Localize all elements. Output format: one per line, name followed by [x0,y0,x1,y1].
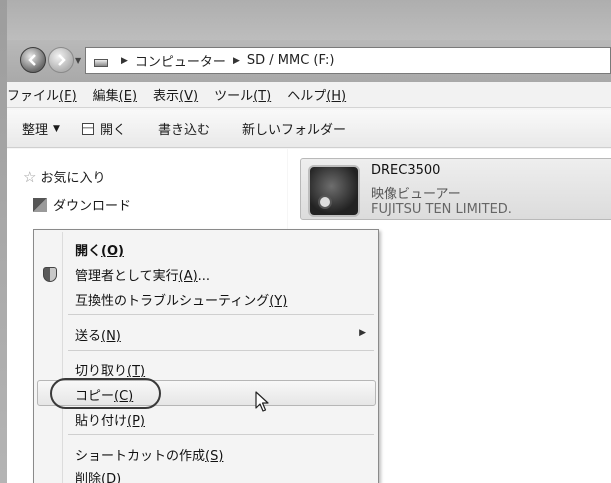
menu-item-open-label: 開く [75,244,102,259]
menu-help-label: ヘルプ [287,89,327,104]
menu-separator [68,350,374,351]
menu-file-key: (F) [59,89,77,104]
menu-item-troubleshoot-compat[interactable]: 互換性のトラブルシューティング(Y) [75,290,287,309]
file-company: FUJITSU TEN LIMITED. [371,202,512,217]
menu-item-delete[interactable]: 削除(D) [75,468,121,483]
menu-tools-key: (T) [253,89,272,104]
organize-button[interactable]: 整理 ▼ [22,119,60,138]
menu-gutter [62,232,63,483]
menu-item-open[interactable]: 開く(O) [75,240,124,259]
file-item-drec3500[interactable]: DREC3500 映像ビューアー FUJITSU TEN LIMITED. [300,158,611,220]
shield-icon [43,267,57,282]
title-bar [7,0,611,40]
address-bar[interactable]: ▶ コンピューター ▶ SD / MMC (F:) [85,47,611,74]
menu-item-cut-key: (T) [127,364,146,379]
menu-item-delete-key: (D) [101,472,122,483]
nav-favorites-label: お気に入り [40,171,106,186]
menu-item-delete-label: 削除 [75,472,102,483]
menu-item-paste-label: 貼り付け [75,414,128,429]
new-folder-button[interactable]: 新しいフォルダー [242,119,346,138]
menu-item-compat-key: (Y) [269,294,288,309]
nav-favorites[interactable]: ☆ お気に入り [23,167,106,187]
forward-arrow-icon [58,54,66,66]
app-icon [308,165,360,217]
breadcrumb-separator-icon[interactable]: ▶ [121,56,128,66]
menu-item-admin-ellipsis: ... [197,269,211,284]
burn-button[interactable]: 書き込む [158,119,210,138]
copy-callout-circle [50,378,161,409]
back-arrow-icon [28,54,36,66]
menu-item-admin-label: 管理者として実行 [75,269,179,284]
drive-icon [94,58,108,67]
breadcrumb-computer[interactable]: コンピューター [135,51,226,70]
menu-help[interactable]: ヘルプ(H) [287,85,346,104]
command-bar: 整理 ▼ 開く 書き込む 新しいフォルダー [7,110,611,148]
menu-separator [68,314,374,315]
nav-downloads-label: ダウンロード [53,199,132,214]
breadcrumb-sd-drive[interactable]: SD / MMC (F:) [247,53,335,68]
open-button[interactable]: 開く [81,119,126,138]
menu-view[interactable]: 表示(V) [153,85,198,104]
forward-button[interactable] [48,47,74,73]
menu-item-paste[interactable]: 貼り付け(P) [75,410,145,429]
menu-item-compat-label: 互換性のトラブルシューティング [75,294,270,309]
menu-help-key: (H) [326,89,347,104]
open-icon [81,122,94,135]
menu-file[interactable]: ファイル(F) [7,85,77,104]
file-type: 映像ビューアー [371,187,461,202]
menu-view-label: 表示 [153,89,180,104]
star-icon: ☆ [23,167,37,186]
file-name: DREC3500 [371,163,441,178]
download-folder-icon [33,197,47,212]
explorer-window: ▼ ▶ コンピューター ▶ SD / MMC (F:) ファイル(F) 編集(E… [0,0,611,483]
menu-separator [68,434,374,435]
nav-downloads[interactable]: ダウンロード [33,195,131,214]
organize-label: 整理 [22,123,49,138]
menu-edit-key: (E) [118,89,138,104]
menu-item-open-key: (O) [101,244,124,259]
history-dropdown-icon[interactable]: ▼ [75,56,81,65]
address-toolbar: ▼ ▶ コンピューター ▶ SD / MMC (F:) [7,40,611,82]
open-label: 開く [99,123,126,138]
menu-item-send-key: (N) [101,329,121,344]
menu-view-key: (V) [179,89,199,104]
menu-item-shortcut-label: ショートカットの作成 [75,449,206,464]
menu-item-cut-label: 切り取り [75,364,128,379]
menu-item-shortcut-key: (S) [205,449,224,464]
menu-item-send-label: 送る [75,329,102,344]
menu-bar: ファイル(F) 編集(E) 表示(V) ツール(T) ヘルプ(H) [7,82,611,108]
menu-tools[interactable]: ツール(T) [214,85,271,104]
menu-item-cut[interactable]: 切り取り(T) [75,360,145,379]
submenu-arrow-icon: ▶ [359,328,366,338]
menu-edit-label: 編集 [92,89,119,104]
mouse-pointer-icon [255,391,269,412]
chevron-down-icon: ▼ [53,123,60,134]
back-button[interactable] [20,47,46,73]
menu-item-send-to[interactable]: 送る(N) [75,325,121,344]
menu-item-admin-key: (A) [178,269,198,284]
menu-item-create-shortcut[interactable]: ショートカットの作成(S) [75,445,223,464]
menu-item-run-as-admin[interactable]: 管理者として実行(A)... [75,265,210,284]
menu-file-label: ファイル [7,89,60,104]
context-menu: 開く(O) 管理者として実行(A)... 互換性のトラブルシューティング(Y) … [33,229,379,483]
window-frame [0,0,7,483]
menu-edit[interactable]: 編集(E) [93,85,137,104]
breadcrumb-separator-icon[interactable]: ▶ [233,56,240,66]
menu-item-paste-key: (P) [127,414,145,429]
menu-tools-label: ツール [214,89,254,104]
